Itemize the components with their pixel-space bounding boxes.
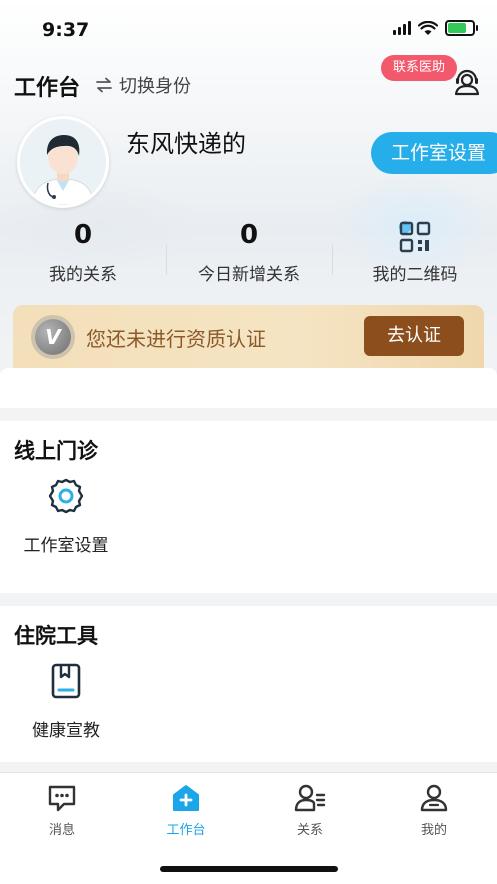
stat-value: 0 <box>73 220 93 250</box>
battery-icon <box>445 20 478 36</box>
tab-label: 我的 <box>420 823 447 838</box>
switch-identity-label: 切换身份 <box>119 76 191 97</box>
section-title: 线上门诊 <box>14 439 98 463</box>
profile-icon <box>420 784 448 812</box>
qr-code-icon <box>399 221 431 253</box>
book-icon <box>51 663 81 699</box>
status-icons <box>393 20 478 36</box>
tab-messages[interactable]: 消息 <box>0 783 124 838</box>
tool-label: 健康宣教 <box>32 721 100 741</box>
tool-studio-settings[interactable]: 工作室设置 <box>0 475 132 556</box>
stat-value: 0 <box>239 220 259 250</box>
section-title: 住院工具 <box>14 624 98 648</box>
go-certify-button[interactable]: 去认证 <box>364 316 464 356</box>
certification-text: 您还未进行资质认证 <box>86 327 266 351</box>
v-badge-icon: V <box>35 319 71 355</box>
home-indicator <box>160 866 338 872</box>
tab-me[interactable]: 我的 <box>372 783 496 838</box>
tab-label: 工作台 <box>166 823 206 838</box>
tool-health-education[interactable]: 健康宣教 <box>0 660 132 741</box>
tab-relations[interactable]: 关系 <box>248 783 372 838</box>
doctor-avatar-icon <box>20 119 106 205</box>
contact-assistant-badge[interactable]: 联系医助 <box>381 55 458 81</box>
online-clinic-card: 线上门诊 工作室设置 <box>0 421 497 593</box>
signal-icon <box>393 21 411 35</box>
stat-label: 我的二维码 <box>372 265 458 285</box>
workbench-icon <box>173 785 199 811</box>
message-icon <box>48 785 76 812</box>
tool-label: 工作室设置 <box>23 536 109 556</box>
wifi-icon <box>418 20 438 35</box>
swap-icon <box>96 77 112 93</box>
hospital-tools-card: 住院工具 健康宣教 <box>0 606 497 762</box>
switch-identity-button[interactable]: 切换身份 <box>95 72 191 98</box>
user-name: 东风快递的 <box>126 130 246 158</box>
headset-icon[interactable] <box>452 66 482 96</box>
stat-my-relations[interactable]: 0 我的关系 <box>0 220 166 285</box>
stat-my-qr-code[interactable]: 我的二维码 <box>332 220 497 285</box>
tab-label: 消息 <box>48 823 75 838</box>
stat-label: 今日新增关系 <box>198 265 300 285</box>
stat-new-relations-today[interactable]: 0 今日新增关系 <box>166 220 332 285</box>
stat-label: 我的关系 <box>49 265 117 285</box>
tab-workbench[interactable]: 工作台 <box>124 783 248 838</box>
relation-icon <box>294 784 326 812</box>
page-title: 工作台 <box>14 76 81 101</box>
avatar[interactable] <box>17 116 109 208</box>
gear-icon <box>48 478 84 514</box>
tab-label: 关系 <box>296 823 323 838</box>
studio-settings-button[interactable]: 工作室设置 <box>371 132 497 174</box>
status-time: 9:37 <box>42 19 90 41</box>
certification-banner: V 您还未进行资质认证 去认证 <box>13 305 484 369</box>
content-sheet <box>0 368 497 408</box>
